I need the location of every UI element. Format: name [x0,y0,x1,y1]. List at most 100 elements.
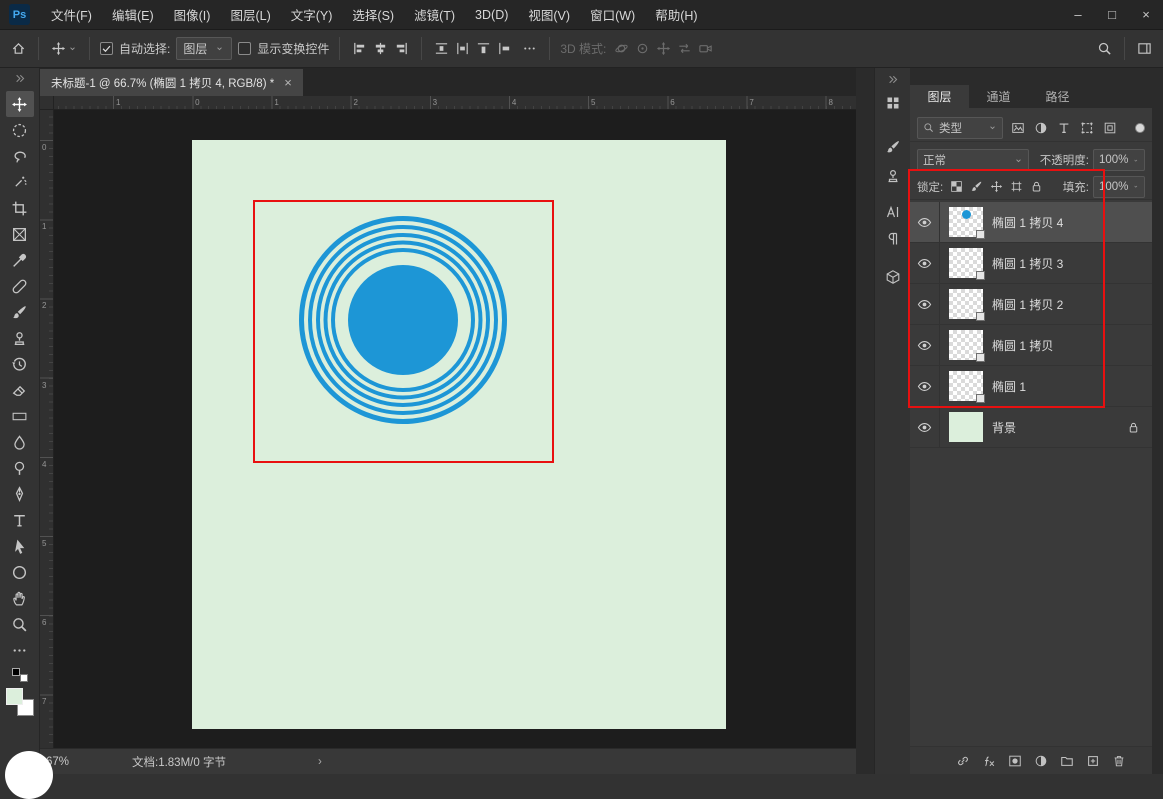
expand-panels-icon[interactable] [886,73,899,88]
lock-artboard-icon[interactable] [1007,177,1026,197]
menu-layer[interactable]: 图层(L) [220,0,280,29]
layer-row[interactable]: 椭圆 1 拷贝 [910,325,1152,366]
close-button[interactable]: × [1129,0,1163,29]
quick-selection-tool[interactable] [6,169,34,195]
tab-layers[interactable]: 图层 [910,85,969,108]
tab-channels[interactable]: 通道 [969,85,1028,108]
lock-position-icon[interactable] [987,177,1006,197]
ruler-origin[interactable] [40,96,54,110]
3d-slide-icon[interactable] [675,39,694,58]
layer-thumbnail[interactable] [949,371,983,401]
filter-pixel-layers-icon[interactable] [1007,118,1028,138]
workspace-switcher-icon[interactable] [1135,39,1154,58]
3d-scale-icon[interactable] [696,39,715,58]
align-right-edges-icon[interactable] [392,39,411,58]
link-layers-icon[interactable] [954,750,972,772]
distribute-vertical-centers-icon[interactable] [453,39,472,58]
filter-shape-layers-icon[interactable] [1076,118,1097,138]
clone-source-panel-icon[interactable] [881,165,905,187]
brush-settings-panel-icon[interactable] [881,136,905,158]
opacity-field[interactable]: 100% [1093,149,1145,171]
menu-image[interactable]: 图像(I) [164,0,221,29]
filter-kind-dropdown[interactable]: 类型 [917,117,1003,139]
layer-thumbnail[interactable] [949,289,983,319]
dodge-tool[interactable] [6,455,34,481]
layer-row[interactable]: 背景 [910,407,1152,448]
new-adjustment-layer-icon[interactable] [1032,750,1050,772]
layer-row[interactable]: 椭圆 1 拷贝 2 [910,284,1152,325]
elliptical-marquee-tool[interactable] [6,117,34,143]
filter-adjustment-layers-icon[interactable] [1030,118,1051,138]
layer-style-icon[interactable] [980,750,998,772]
home-button[interactable] [9,39,28,58]
default-colors-icon[interactable] [12,668,28,682]
add-layer-mask-icon[interactable] [1006,750,1024,772]
layer-visibility-icon[interactable] [910,202,940,242]
filter-smart-objects-icon[interactable] [1099,118,1120,138]
healing-brush-tool[interactable] [6,273,34,299]
layer-visibility-icon[interactable] [910,325,940,365]
layer-thumbnail[interactable] [949,330,983,360]
move-tool[interactable] [6,91,34,117]
menu-edit[interactable]: 编辑(E) [102,0,164,29]
collapse-toolbar-icon[interactable] [13,72,26,88]
blur-tool[interactable] [6,429,34,455]
menu-window[interactable]: 窗口(W) [580,0,645,29]
menu-filter[interactable]: 滤镜(T) [404,0,465,29]
menu-help[interactable]: 帮助(H) [645,0,707,29]
pen-tool[interactable] [6,481,34,507]
lock-all-icon[interactable] [1027,177,1046,197]
new-layer-icon[interactable] [1084,750,1102,772]
layer-thumbnail[interactable] [949,248,983,278]
blend-mode-dropdown[interactable]: 正常 [917,149,1029,171]
3d-roll-icon[interactable] [633,39,652,58]
distribute-bottom-edges-icon[interactable] [474,39,493,58]
menu-select[interactable]: 选择(S) [342,0,404,29]
crop-tool[interactable] [6,195,34,221]
foreground-color-swatch[interactable] [6,688,23,705]
tab-paths[interactable]: 路径 [1028,85,1087,108]
new-group-icon[interactable] [1058,750,1076,772]
type-tool[interactable] [6,507,34,533]
search-icon[interactable] [1095,39,1114,58]
distribute-horizontal-centers-icon[interactable] [495,39,514,58]
eraser-tool[interactable] [6,377,34,403]
auto-select-checkbox[interactable] [100,42,113,55]
ellipse-tool[interactable] [6,559,34,585]
layer-visibility-icon[interactable] [910,366,940,406]
layer-visibility-icon[interactable] [910,284,940,324]
close-document-icon[interactable]: × [284,75,292,90]
document-canvas[interactable] [192,140,726,729]
menu-file[interactable]: 文件(F) [41,0,102,29]
layer-row[interactable]: 椭圆 1 [910,366,1152,407]
menu-type[interactable]: 文字(Y) [281,0,343,29]
gradient-tool[interactable] [6,403,34,429]
lasso-tool[interactable] [6,143,34,169]
menu-view[interactable]: 视图(V) [518,0,580,29]
layer-row[interactable]: 椭圆 1 拷贝 4 [910,202,1152,243]
brush-tool[interactable] [6,299,34,325]
zoom-tool[interactable] [6,611,34,637]
delete-layer-icon[interactable] [1110,750,1128,772]
edit-toolbar-button[interactable] [6,637,34,663]
3d-panel-icon[interactable] [881,266,905,288]
document-tab[interactable]: 未标题-1 @ 66.7% (椭圆 1 拷贝 4, RGB/8) * × [40,69,303,96]
path-selection-tool[interactable] [6,533,34,559]
properties-panel-icon[interactable] [881,92,905,114]
canvas-viewport[interactable] [54,110,856,748]
filter-toggle[interactable] [1135,123,1145,133]
distribute-top-edges-icon[interactable] [432,39,451,58]
history-brush-tool[interactable] [6,351,34,377]
show-transform-checkbox[interactable] [238,42,251,55]
layer-visibility-icon[interactable] [910,243,940,283]
layer-thumbnail[interactable] [949,412,983,442]
frame-tool[interactable] [6,221,34,247]
align-left-edges-icon[interactable] [350,39,369,58]
layer-thumbnail[interactable] [949,207,983,237]
horizontal-ruler[interactable]: 1012345678 [54,96,856,110]
3d-orbit-icon[interactable] [612,39,631,58]
maximize-button[interactable]: □ [1095,0,1129,29]
layer-visibility-icon[interactable] [910,407,940,447]
tool-preset-dropdown[interactable] [49,39,79,58]
more-align-options-button[interactable] [520,39,539,58]
